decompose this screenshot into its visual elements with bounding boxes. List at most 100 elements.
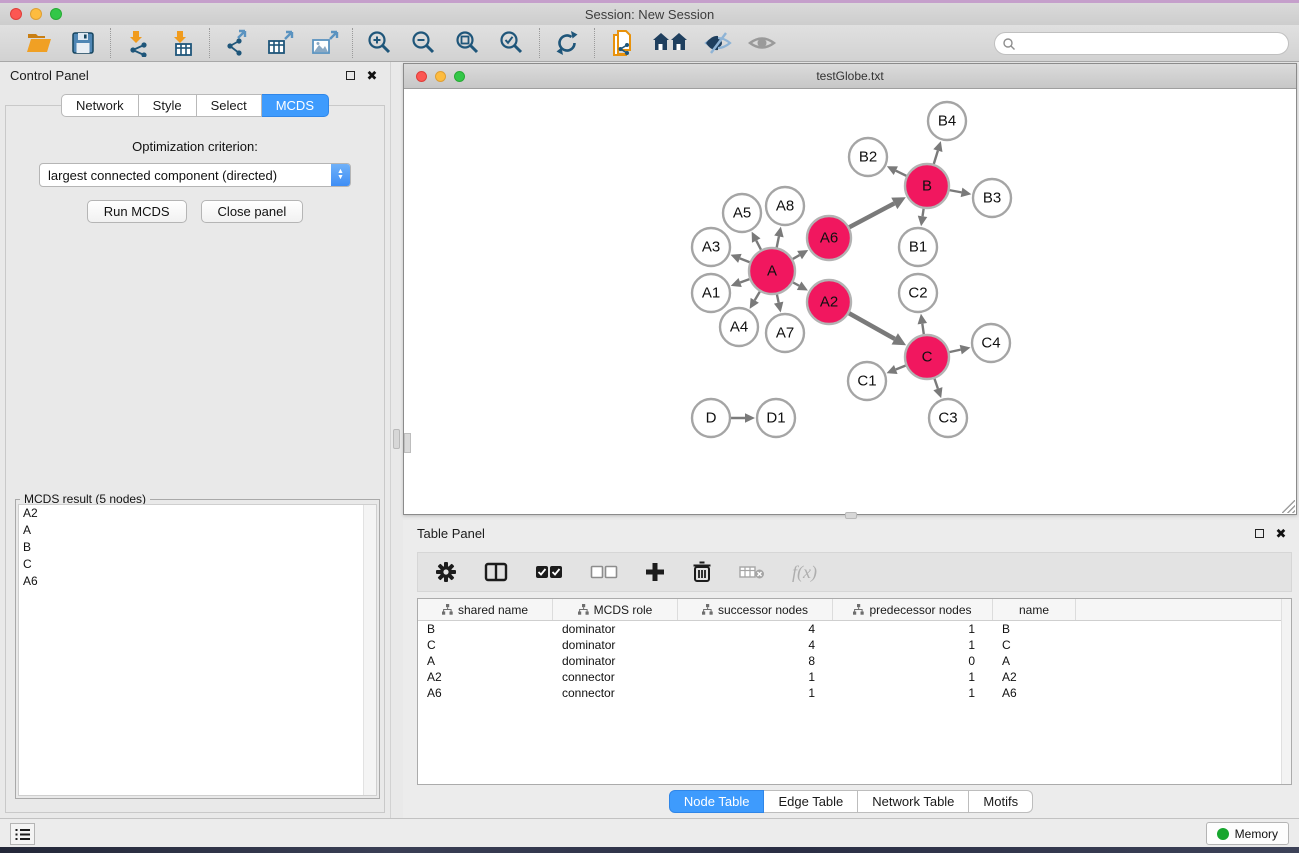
horizontal-splitter-grip[interactable] [845,512,857,519]
table-row[interactable]: Adominator80A [418,653,1291,669]
first-neighbors-icon[interactable] [651,28,689,58]
result-item[interactable]: A6 [19,573,376,590]
hide-selected-icon[interactable] [703,28,733,58]
result-item[interactable]: C [19,556,376,573]
graph-node-B2[interactable]: B2 [849,138,887,176]
network-resize-grip[interactable] [1282,500,1295,513]
canvas-left-grip[interactable] [404,433,411,453]
add-column-icon[interactable] [645,562,665,582]
delete-column-icon[interactable] [692,561,712,583]
column-header-MCDS-role[interactable]: MCDS role [553,599,678,620]
settings-gear-icon[interactable] [435,561,457,583]
column-header-predecessor-nodes[interactable]: predecessor nodes [833,599,993,620]
table-row[interactable]: Bdominator41B [418,621,1291,637]
column-header-name[interactable]: name [993,599,1076,620]
network-minimize-button[interactable] [435,71,446,82]
result-item[interactable]: A [19,522,376,539]
new-network-from-selection-icon[interactable] [607,28,637,58]
graph-node-label: D1 [766,410,785,427]
result-item[interactable]: A2 [19,505,376,522]
minimize-window-button[interactable] [30,8,42,20]
graph-node-A5[interactable]: A5 [723,194,761,232]
graph-node-A1[interactable]: A1 [692,274,730,312]
tab-select[interactable]: Select [197,94,262,117]
graph-edge-arrowhead [731,278,742,287]
graph-node-A8[interactable]: A8 [766,187,804,225]
maximize-window-button[interactable] [50,8,62,20]
vertical-splitter-grip[interactable] [393,429,400,449]
close-window-button[interactable] [10,8,22,20]
close-panel-button[interactable]: Close panel [201,200,304,223]
deselect-all-checkboxes-icon[interactable] [590,565,618,579]
graph-node-label: B1 [909,239,927,256]
graph-node-C3[interactable]: C3 [929,399,967,437]
graph-node-C[interactable]: C [905,335,949,379]
control-panel-content: NetworkStyleSelectMCDS Optimization crit… [5,105,385,813]
column-header-shared-name[interactable]: shared name [418,599,553,620]
export-image-icon[interactable] [310,28,340,58]
select-all-checkboxes-icon[interactable] [535,565,563,579]
import-table-icon[interactable] [167,28,197,58]
cell-name: A2 [993,670,1076,684]
tab-edge-table[interactable]: Edge Table [764,790,858,813]
graph-node-A[interactable]: A [749,248,795,294]
column-type-icon [442,604,453,615]
float-panel-icon[interactable] [342,67,358,83]
graph-node-A2[interactable]: A2 [807,280,851,324]
split-view-icon[interactable] [484,562,508,582]
graph-node-B3[interactable]: B3 [973,179,1011,217]
task-history-button[interactable] [10,823,35,845]
graph-node-D[interactable]: D [692,399,730,437]
export-network-icon[interactable] [222,28,252,58]
memory-button[interactable]: Memory [1206,822,1289,845]
graph-node-A7[interactable]: A7 [766,314,804,352]
search-input[interactable] [1016,35,1288,53]
tab-node-table[interactable]: Node Table [669,790,765,813]
open-file-icon[interactable] [24,28,54,58]
close-panel-icon[interactable]: ✖ [364,67,380,83]
zoom-out-icon[interactable] [409,28,439,58]
mcds-result-list[interactable]: A2ABCA6 [18,504,377,796]
graph-node-D1[interactable]: D1 [757,399,795,437]
graph-node-B1[interactable]: B1 [899,228,937,266]
graph-node-A3[interactable]: A3 [692,228,730,266]
graph-node-B4[interactable]: B4 [928,102,966,140]
network-maximize-button[interactable] [454,71,465,82]
table-panel-header: Table Panel ✖ [403,520,1299,546]
graph-node-A6[interactable]: A6 [807,216,851,260]
tab-network-table[interactable]: Network Table [858,790,969,813]
save-session-icon[interactable] [68,28,98,58]
zoom-fit-icon[interactable] [453,28,483,58]
show-all-icon[interactable] [747,28,777,58]
network-canvas[interactable]: B4 B2 B B3 B1 A5A8A6 A3 A A1 C2 A2 A4A7 C4 C C1 C3 D D1 [404,89,1296,514]
result-item[interactable]: B [19,539,376,556]
graph-node-C2[interactable]: C2 [899,274,937,312]
optimization-criterion-dropdown[interactable]: largest connected component (directed) ▲… [39,163,351,187]
tab-network[interactable]: Network [61,94,139,117]
float-table-panel-icon[interactable] [1251,525,1267,541]
graph-node-B[interactable]: B [905,164,949,208]
tab-motifs[interactable]: Motifs [969,790,1033,813]
zoom-in-icon[interactable] [365,28,395,58]
table-scrollbar[interactable] [1281,599,1291,784]
graph-node-C1[interactable]: C1 [848,362,886,400]
memory-label: Memory [1235,827,1278,841]
result-list-scrollbar[interactable] [363,505,376,795]
graph-node-C4[interactable]: C4 [972,324,1010,362]
table-row[interactable]: A2connector11A2 [418,669,1291,685]
network-close-button[interactable] [416,71,427,82]
column-header-successor-nodes[interactable]: successor nodes [678,599,833,620]
tab-mcds[interactable]: MCDS [262,94,329,117]
export-table-icon[interactable] [266,28,296,58]
cell-predecessor-nodes: 1 [833,670,993,684]
run-mcds-button[interactable]: Run MCDS [87,200,187,223]
table-row[interactable]: Cdominator41C [418,637,1291,653]
table-row[interactable]: A6connector11A6 [418,685,1291,701]
import-network-icon[interactable] [123,28,153,58]
graph-node-A4[interactable]: A4 [720,308,758,346]
cell-predecessor-nodes: 0 [833,654,993,668]
close-table-panel-icon[interactable]: ✖ [1273,525,1289,541]
zoom-selected-icon[interactable] [497,28,527,58]
tab-style[interactable]: Style [139,94,197,117]
refresh-icon[interactable] [552,28,582,58]
